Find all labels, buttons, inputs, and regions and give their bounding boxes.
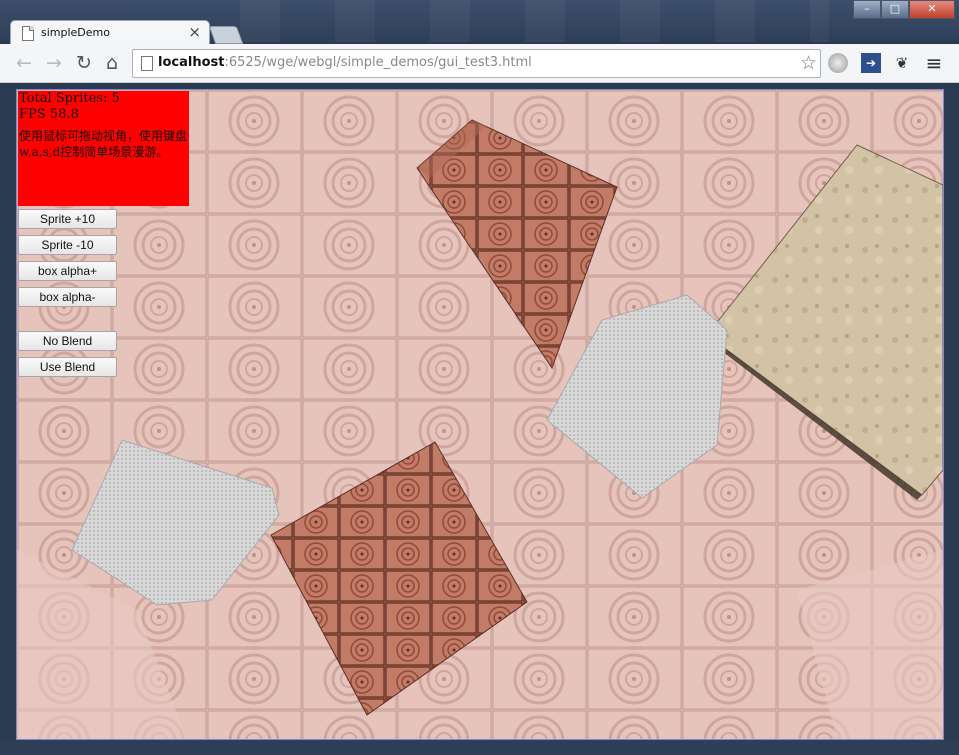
sprite-count: Total Sprites: 5 xyxy=(19,91,120,106)
no-blend-button[interactable]: No Blend xyxy=(18,331,117,351)
url-text: localhost:6525/wge/webgl/simple_demos/gu… xyxy=(158,55,532,70)
address-bar[interactable]: localhost:6525/wge/webgl/simple_demos/gu… xyxy=(132,49,821,78)
reload-icon[interactable]: ↻ xyxy=(72,52,96,74)
page-icon xyxy=(22,26,34,41)
maximize-button[interactable]: □ xyxy=(881,0,909,19)
instructions-text: 使用鼠标可拖动视角，使用键盘w,a,s,d控制简单场景漫游。 xyxy=(19,129,188,159)
use-blend-button[interactable]: Use Blend xyxy=(18,357,117,377)
minimize-button[interactable]: – xyxy=(853,0,881,19)
tab-title: simpleDemo xyxy=(41,26,110,39)
window-controls: – □ ✕ xyxy=(853,0,955,19)
box-alpha-minus-button[interactable]: box alpha- xyxy=(18,287,117,307)
home-icon[interactable]: ⌂ xyxy=(100,52,124,74)
close-window-button[interactable]: ✕ xyxy=(909,0,955,19)
sprite-minus-10-button[interactable]: Sprite -10 xyxy=(18,235,117,255)
globe-extension-icon[interactable] xyxy=(828,53,848,73)
forward-icon[interactable]: → xyxy=(42,52,66,74)
bookmark-star-icon[interactable]: ☆ xyxy=(800,52,817,74)
stats-panel: Total Sprites: 5 FPS 58.8 使用鼠标可拖动视角，使用键盘… xyxy=(18,91,189,206)
sprite-plus-10-button[interactable]: Sprite +10 xyxy=(18,209,117,229)
menu-icon[interactable]: ≡ xyxy=(924,53,944,73)
window-bottom-frame xyxy=(0,740,959,755)
evernote-extension-icon[interactable]: ❦ xyxy=(892,53,912,73)
page-icon xyxy=(141,56,153,71)
box-alpha-plus-button[interactable]: box alpha+ xyxy=(18,261,117,281)
close-tab-icon[interactable]: × xyxy=(188,23,201,41)
webgl-canvas[interactable]: Total Sprites: 5 FPS 58.8 使用鼠标可拖动视角，使用键盘… xyxy=(16,89,944,740)
back-icon[interactable]: ← xyxy=(12,52,36,74)
fps-readout: FPS 58.8 xyxy=(19,107,79,122)
tab-simpledemo[interactable]: simpleDemo × xyxy=(10,20,210,45)
arrow-extension-icon[interactable]: ➔ xyxy=(861,53,881,73)
browser-toolbar: ← → ↻ ⌂ localhost:6525/wge/webgl/simple_… xyxy=(0,44,959,83)
